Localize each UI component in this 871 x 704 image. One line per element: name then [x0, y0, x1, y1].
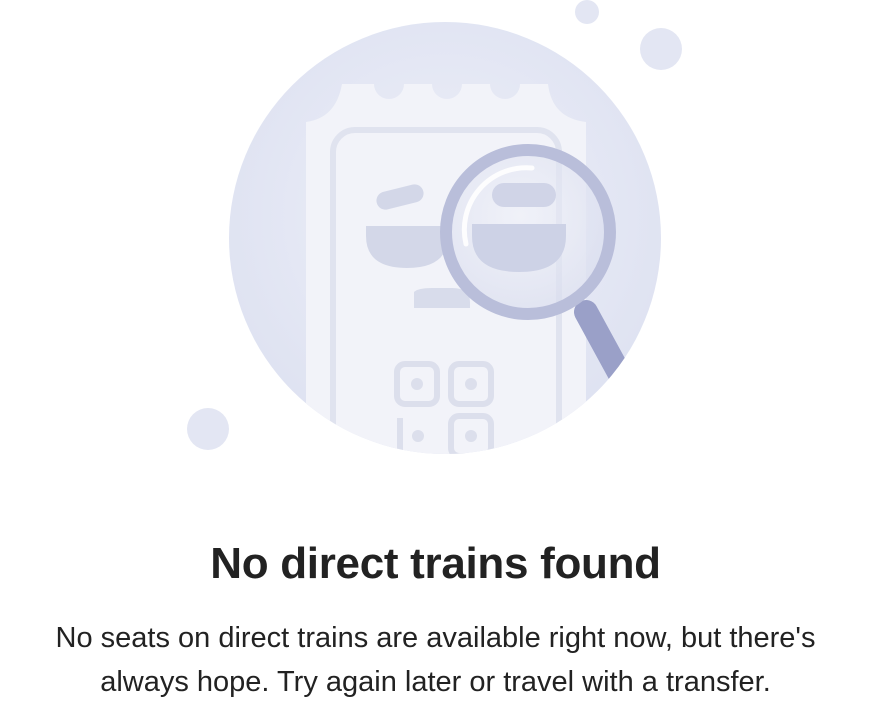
no-trains-empty-state: No direct trains found No seats on direc… [0, 0, 871, 704]
magnifier-icon [440, 144, 616, 320]
decor-dot-left [187, 408, 229, 450]
empty-state-title: No direct trains found [210, 539, 661, 588]
empty-state-message: No seats on direct trains are available … [55, 622, 816, 698]
decor-dot-small [575, 0, 599, 24]
decor-dot-medium [640, 28, 682, 70]
ticket-search-illustration [187, 0, 682, 454]
